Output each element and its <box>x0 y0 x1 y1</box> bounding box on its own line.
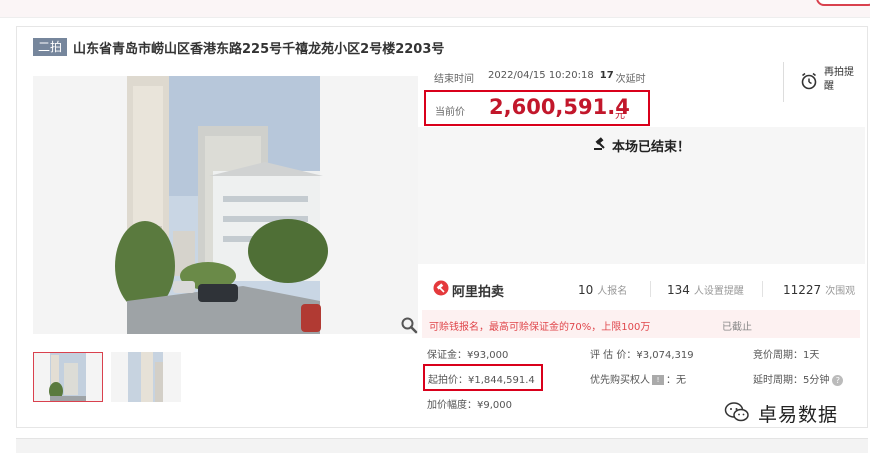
deposit-loan-text[interactable]: 可赊钱报名，最高可赊保证金的70%，上限100万 <box>429 318 650 333</box>
thumbnail-2[interactable] <box>111 352 181 402</box>
end-time-label: 结束时间 <box>434 74 474 85</box>
divider <box>762 281 763 297</box>
deposit-amount: 保证金：¥93,000 <box>427 350 509 361</box>
current-price-label: 当前价 <box>435 107 465 118</box>
property-title[interactable]: 山东省青岛市崂山区香港东路225号千禧龙苑小区2号楼2203号 <box>73 38 444 57</box>
current-price-box: 当前价 2,600,591.4 元 <box>424 90 650 126</box>
view-count: 11227 次围观 <box>783 282 855 297</box>
auction-status-area: 本场已结束！ <box>418 127 865 264</box>
signup-count: 10 人报名 <box>578 282 627 297</box>
current-price-value: 2,600,591.4 <box>489 95 630 119</box>
main-property-photo[interactable] <box>33 76 418 334</box>
priority-buyer-label: 优先购买权人 <box>590 375 650 386</box>
deposit-loan-status: 已截止 <box>722 322 752 333</box>
end-time-value: 2022/04/15 10:20:18 <box>488 70 594 81</box>
watermark-text: 卓易数据 <box>758 404 839 426</box>
alarm-clock-icon <box>800 72 818 90</box>
brand-logo[interactable]: 阿里拍卖 <box>433 280 504 300</box>
remind-label: 再拍提醒 <box>824 67 854 92</box>
round-badge: 二拍 <box>33 38 68 56</box>
top-strip <box>0 0 870 18</box>
reminder-value: 134 <box>667 283 690 297</box>
signup-value: 10 <box>578 283 594 297</box>
wechat-icon <box>724 401 750 427</box>
stats-bar: 阿里拍卖 10 人报名 134 人设置提醒 11227 次围观 <box>418 268 865 308</box>
title-row: 二拍 山东省青岛市崂山区香港东路225号千禧龙苑小区2号楼2203号 <box>33 37 444 57</box>
brand-name: 阿里拍卖 <box>452 284 505 300</box>
bottom-section <box>16 438 868 453</box>
delay-cycle-text: 延时周期：5分钟 <box>753 375 830 386</box>
auction-status-text: 本场已结束！ <box>612 140 691 155</box>
reminder-label: 人设置提醒 <box>693 286 744 297</box>
deposit-loan-notice: 可赊钱报名，最高可赊保证金的70%，上限100万 已截止 <box>422 310 860 338</box>
top-pill-button[interactable] <box>816 0 870 6</box>
remind-button[interactable]: 再拍提醒 <box>783 62 863 102</box>
ali-auction-logo-icon <box>433 280 449 300</box>
watermark: 卓易数据 <box>724 400 838 427</box>
bid-cycle: 竞价周期：1天 <box>753 350 820 361</box>
start-price: 起拍价：¥1,844,591.4 <box>428 375 535 386</box>
divider <box>650 281 651 297</box>
delay-cycle: 延时周期：5分钟? <box>753 371 844 386</box>
appraisal-price: 评 估 价：¥3,074,319 <box>590 350 694 361</box>
priority-buyer-value: ：无 <box>666 375 686 386</box>
info-tag-icon[interactable]: ! <box>652 375 664 385</box>
current-price-unit: 元 <box>615 110 625 121</box>
reminder-count: 134 人设置提醒 <box>667 282 744 297</box>
delay-label: 次延时 <box>615 74 646 85</box>
gavel-icon <box>593 136 607 155</box>
end-time-row: 结束时间 2022/04/15 10:20:18 17 次延时 <box>434 70 646 85</box>
auction-status: 本场已结束！ <box>593 136 690 155</box>
question-icon[interactable]: ? <box>832 375 844 386</box>
view-value: 11227 <box>783 283 822 297</box>
bid-increment: 加价幅度：¥9,000 <box>427 400 512 411</box>
magnifier-icon[interactable] <box>400 316 418 334</box>
signup-label: 人报名 <box>597 286 628 297</box>
thumbnail-1[interactable] <box>33 352 103 402</box>
priority-buyer: 优先购买权人! ：无 <box>590 371 686 386</box>
delay-count: 17 <box>599 70 614 81</box>
view-label: 次围观 <box>825 286 856 297</box>
